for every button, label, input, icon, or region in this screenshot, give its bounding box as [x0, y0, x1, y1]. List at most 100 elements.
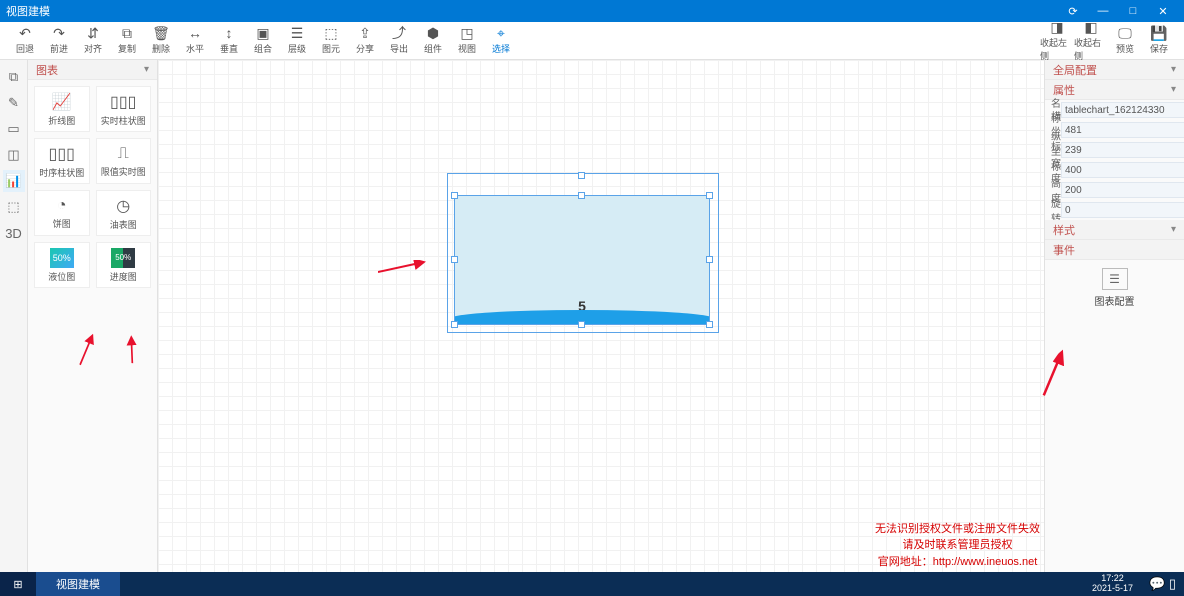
palette-gauge-chart[interactable]: ◷油表图: [96, 190, 152, 236]
chart-config-icon: ☰: [1102, 268, 1128, 290]
select-button[interactable]: ⌖选择: [484, 23, 518, 59]
collapse-left-button[interactable]: ◨收起左侧: [1040, 23, 1074, 59]
collapse-right-button[interactable]: ◧收起右侧: [1074, 23, 1108, 59]
rail-pointer[interactable]: ⧉: [3, 66, 25, 88]
element-icon: ⬚: [324, 26, 337, 40]
global-config-header[interactable]: 全局配置▾: [1045, 60, 1184, 80]
palette-timeseries-bar[interactable]: ▯▯▯时序柱状图: [34, 138, 90, 184]
line-chart-icon: 📈: [52, 92, 72, 112]
taskbar-clock[interactable]: 17:22 2021-5-17: [1084, 574, 1141, 594]
share-icon: ⇪: [359, 26, 371, 40]
handle-sw[interactable]: [451, 321, 458, 328]
handle-s[interactable]: [578, 321, 585, 328]
vert-icon: ↕: [226, 26, 233, 40]
view-icon: ◳: [460, 26, 473, 40]
component-button[interactable]: ⬢组件: [416, 23, 450, 59]
group-icon: ▣: [256, 26, 269, 40]
palette-pie-chart[interactable]: ◔饼图: [34, 190, 90, 236]
handle-rotate[interactable]: [578, 172, 585, 179]
properties-panel: 全局配置▾ 属性▾ 名称 横坐标 纵坐标 宽度 高度 旋转 样式▾ 事件 ☰ 图…: [1044, 60, 1184, 572]
left-rail: ⧉ ✎ ▭ ◫ 📊 ⬚ 3D: [0, 60, 28, 572]
taskbar: ⊞ 视图建模 17:22 2021-5-17 💬 ▯: [0, 572, 1184, 596]
prop-r-input[interactable]: [1061, 202, 1184, 218]
chevron-down-icon: ▾: [1171, 64, 1176, 75]
events-header[interactable]: 事件: [1045, 240, 1184, 260]
handle-n[interactable]: [578, 192, 585, 199]
titlebar: 视图建模 ⟳ — □ ✕: [0, 0, 1184, 22]
chevron-down-icon: ▾: [144, 64, 149, 75]
pie-chart-icon: ◔: [57, 197, 67, 215]
group-button[interactable]: ▣组合: [246, 23, 280, 59]
select-icon: ⌖: [497, 26, 505, 40]
license-warning: 无法识别授权文件或注册文件失效 请及时联系管理员授权 官网地址：http://w…: [875, 521, 1040, 571]
stack-button[interactable]: ☰层级: [280, 23, 314, 59]
palette-header[interactable]: 图表 ▾: [28, 60, 157, 80]
prop-x-input[interactable]: [1061, 122, 1184, 138]
handle-se[interactable]: [706, 321, 713, 328]
rail-shape[interactable]: ▭: [3, 118, 25, 140]
properties-header[interactable]: 属性▾: [1045, 80, 1184, 100]
share-button[interactable]: ⇪分享: [348, 23, 382, 59]
preview-button[interactable]: 🖵预览: [1108, 23, 1142, 59]
chart-config-button[interactable]: ☰ 图表配置: [1095, 268, 1135, 308]
handle-w[interactable]: [451, 256, 458, 263]
horiz-button[interactable]: ↔水平: [178, 23, 212, 59]
palette-line-chart[interactable]: 📈折线图: [34, 86, 90, 132]
undo-button[interactable]: ↶回退: [8, 23, 42, 59]
handle-nw[interactable]: [451, 192, 458, 199]
refresh-icon[interactable]: ⟳: [1058, 5, 1088, 18]
vert-button[interactable]: ↕垂直: [212, 23, 246, 59]
palette-liquid-chart[interactable]: 50%液位图: [34, 242, 90, 288]
save-button[interactable]: 💾保存: [1142, 23, 1176, 59]
rail-3d[interactable]: 3D: [3, 222, 25, 244]
style-header[interactable]: 样式▾: [1045, 220, 1184, 240]
prop-name-input[interactable]: [1061, 102, 1184, 118]
selection-inner[interactable]: [454, 195, 710, 325]
handle-ne[interactable]: [706, 192, 713, 199]
taskbar-tray[interactable]: 💬 ▯: [1141, 576, 1184, 592]
liquid-icon: 50%: [50, 248, 74, 268]
bar-chart-icon: ▯▯▯: [110, 92, 136, 112]
palette-limit-chart[interactable]: ⎍限值实时图: [96, 138, 152, 184]
delete-button[interactable]: 🗑删除: [144, 23, 178, 59]
maximize-icon[interactable]: □: [1118, 5, 1148, 17]
arrow-annotation: [378, 260, 428, 274]
view-button[interactable]: ◳视图: [450, 23, 484, 59]
export-button[interactable]: ⤴导出: [382, 23, 416, 59]
horiz-icon: ↔: [188, 26, 202, 40]
undo-icon: ↶: [19, 26, 31, 40]
canvas[interactable]: 5 无法识别授权文件或注册文件失效 请及时联系管理员授权 官网地址：http:/…: [158, 60, 1044, 572]
collapse-right-icon: ◧: [1084, 20, 1097, 34]
rail-shape2[interactable]: ◫: [3, 144, 25, 166]
license-link[interactable]: http://www.ineuos.net: [933, 556, 1038, 568]
save-icon: 💾: [1150, 26, 1167, 40]
handle-e[interactable]: [706, 256, 713, 263]
element-button[interactable]: ⬚图元: [314, 23, 348, 59]
trash-icon: 🗑: [152, 26, 170, 40]
rail-wand[interactable]: ✎: [3, 92, 25, 114]
palette-realtime-bar[interactable]: ▯▯▯实时柱状图: [96, 86, 152, 132]
bar-chart-icon: ▯▯▯: [49, 144, 75, 164]
chevron-down-icon: ▾: [1171, 224, 1176, 235]
align-button[interactable]: ⇵对齐: [76, 23, 110, 59]
minimize-icon[interactable]: —: [1088, 5, 1118, 17]
component-icon: ⬢: [427, 26, 439, 40]
gauge-icon: ◷: [116, 196, 130, 216]
taskbar-app[interactable]: 视图建模: [36, 572, 120, 596]
progress-icon: 50%: [111, 248, 135, 268]
palette-progress-chart[interactable]: 50%进度图: [96, 242, 152, 288]
start-button[interactable]: ⊞: [0, 572, 36, 596]
app-title: 视图建模: [6, 3, 50, 19]
rail-chart[interactable]: 📊: [3, 170, 25, 192]
redo-button[interactable]: ↷前进: [42, 23, 76, 59]
prop-h-input[interactable]: [1061, 182, 1184, 198]
prop-w-input[interactable]: [1061, 162, 1184, 178]
redo-icon: ↷: [53, 26, 65, 40]
limit-icon: ⎍: [118, 145, 129, 163]
close-icon[interactable]: ✕: [1148, 5, 1178, 18]
rail-box[interactable]: ⬚: [3, 196, 25, 218]
chevron-down-icon: ▾: [1171, 84, 1176, 95]
copy-button[interactable]: ⧉复制: [110, 23, 144, 59]
stack-icon: ☰: [291, 26, 304, 40]
prop-y-input[interactable]: [1061, 142, 1184, 158]
